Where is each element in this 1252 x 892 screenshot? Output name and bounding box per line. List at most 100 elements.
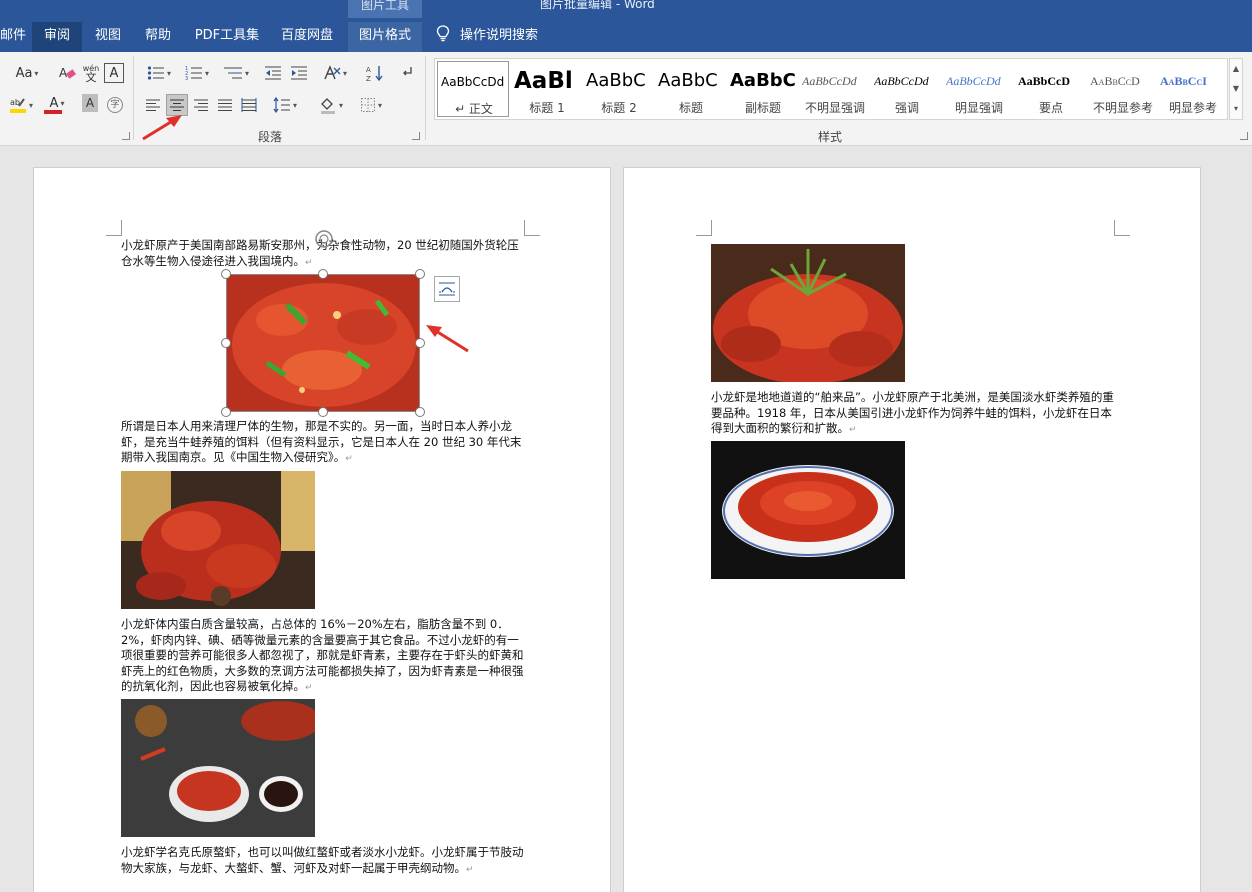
- tab-view[interactable]: 视图: [86, 22, 130, 52]
- chinese-layout-button[interactable]: ▾: [318, 62, 352, 84]
- decrease-indent-icon: [265, 66, 281, 80]
- change-case-button[interactable]: Aa ▾: [10, 62, 44, 84]
- font-dialog-launcher[interactable]: [122, 132, 130, 140]
- style-sample: AaBbCcI: [1160, 74, 1207, 88]
- borders-button[interactable]: ▾: [354, 94, 388, 116]
- tell-me-search[interactable]: 操作说明搜索: [436, 22, 538, 52]
- expand-gallery-icon[interactable]: ▾: [1230, 99, 1242, 119]
- document-page-2[interactable]: 小龙虾是地地道道的“舶来品”。小龙虾原产于北美洲，是美国淡水虾类养殖的重要品种。…: [623, 167, 1201, 892]
- style-intense-emphasis[interactable]: AaBbCcDd 明显强调: [943, 61, 1015, 117]
- styles-dialog-launcher[interactable]: [1240, 132, 1248, 140]
- layout-options-button[interactable]: [434, 276, 460, 302]
- chevron-down-icon: ▾: [244, 68, 249, 78]
- shading-button[interactable]: ▾: [314, 94, 348, 116]
- bullets-button[interactable]: ▾: [142, 62, 176, 84]
- bullets-icon: [147, 66, 164, 80]
- crawfish-plate-image[interactable]: [711, 441, 905, 579]
- chevron-down-icon: ▾: [338, 100, 343, 110]
- style-name: 标题: [678, 101, 703, 115]
- styles-gallery-scroll[interactable]: ▲ ▼ ▾: [1229, 58, 1243, 120]
- enclose-characters-button[interactable]: 字: [104, 94, 126, 116]
- style-normal[interactable]: AaBbCcDd ↵ 正文: [437, 61, 509, 117]
- style-subtle-reference[interactable]: AaBbCcD 不明显参考: [1087, 61, 1159, 117]
- style-name: 不明显强调: [804, 101, 865, 115]
- decrease-indent-button[interactable]: [262, 62, 284, 84]
- resize-handle[interactable]: [221, 269, 231, 279]
- resize-handle[interactable]: [415, 407, 425, 417]
- chinese-layout-icon: [324, 65, 341, 80]
- style-sample: AaBbCcD: [1018, 74, 1071, 88]
- chevron-down-icon: ▾: [292, 100, 297, 110]
- justify-button[interactable]: [214, 94, 236, 116]
- paragraph[interactable]: 小龙虾是地地道道的“舶来品”。小龙虾原产于北美洲，是美国淡水虾类养殖的重要品种。…: [711, 390, 1119, 439]
- style-title[interactable]: AaBbC 标题: [655, 61, 727, 117]
- phonetic-char: 文: [85, 71, 97, 84]
- line-spacing-button[interactable]: ▾: [268, 94, 302, 116]
- crawfish-photo: [121, 471, 315, 609]
- tab-baidu-netdisk[interactable]: 百度网盘: [274, 22, 340, 52]
- margin-corner-mark: [106, 220, 122, 236]
- crawfish-photo: [711, 244, 905, 382]
- increase-indent-button[interactable]: [288, 62, 310, 84]
- distributed-button[interactable]: [238, 94, 260, 116]
- highlighter-icon: ab: [9, 98, 26, 113]
- tab-picture-format[interactable]: 图片格式: [348, 22, 422, 52]
- distributed-icon: [241, 98, 257, 112]
- style-heading-1[interactable]: AaBl 标题 1: [511, 61, 583, 117]
- paragraph-dialog-launcher[interactable]: [412, 132, 420, 140]
- resize-handle[interactable]: [318, 269, 328, 279]
- paragraph-text: 所谓是日本人用来清理尸体的生物，那是不实的。另一面，当时日本人养小龙虾，是充当牛…: [121, 419, 522, 464]
- chevron-down-icon: ▾: [342, 68, 347, 78]
- paragraph-text: 小龙虾学名克氏原螯虾，也可以叫做红螯虾或者淡水小龙虾。小龙虾属于节肢动物大家族，…: [121, 845, 524, 875]
- crawfish-beer-image[interactable]: [121, 471, 315, 609]
- change-case-label: Aa: [15, 65, 33, 81]
- style-heading-2[interactable]: AaBbC 标题 2: [583, 61, 655, 117]
- paragraph[interactable]: 小龙虾学名克氏原螯虾，也可以叫做红螯虾或者淡水小龙虾。小龙虾属于节肢动物大家族，…: [121, 845, 529, 878]
- sort-button[interactable]: A Z: [364, 62, 386, 84]
- crawfish-sauce-image[interactable]: [121, 699, 315, 837]
- scroll-down-icon[interactable]: ▼: [1230, 79, 1242, 99]
- character-border-button[interactable]: A: [104, 63, 124, 83]
- resize-handle[interactable]: [221, 338, 231, 348]
- clear-formatting-button[interactable]: A: [56, 62, 78, 84]
- lightbulb-icon: [436, 25, 450, 42]
- svg-text:A: A: [59, 66, 68, 80]
- multilevel-list-icon: [223, 67, 242, 79]
- tab-pdf-tools[interactable]: PDF工具集: [188, 22, 266, 52]
- font-color-button[interactable]: A ▾: [40, 94, 74, 116]
- character-shading-button[interactable]: A: [82, 94, 98, 112]
- scroll-up-icon[interactable]: ▲: [1230, 59, 1242, 79]
- align-center-icon: [170, 99, 184, 111]
- resize-handle[interactable]: [415, 269, 425, 279]
- style-intense-reference[interactable]: AaBbCcI 明显参考: [1157, 61, 1229, 117]
- eraser-icon: A: [59, 66, 76, 80]
- style-sample: AaBbCcDd: [946, 74, 1001, 88]
- paragraph[interactable]: 小龙虾体内蛋白质含量较高，占总体的 16%－20%左右，脂肪含量不到 0．2%，…: [121, 617, 529, 697]
- align-right-button[interactable]: [190, 94, 212, 116]
- document-page-1[interactable]: 小龙虾原产于美国南部路易斯安那州，为杂食性动物，20 世纪初随国外货轮压仓水等生…: [33, 167, 611, 892]
- resize-handle[interactable]: [221, 407, 231, 417]
- paint-bucket-icon: [320, 98, 335, 114]
- annotation-arrow-image: [426, 325, 469, 353]
- paragraph[interactable]: 所谓是日本人用来清理尸体的生物，那是不实的。另一面，当时日本人养小龙虾，是充当牛…: [121, 419, 529, 468]
- style-emphasis[interactable]: AaBbCcDd 强调: [871, 61, 943, 117]
- tab-mailings[interactable]: 邮件: [0, 22, 26, 52]
- style-strong[interactable]: AaBbCcD 要点: [1015, 61, 1087, 117]
- tab-review[interactable]: 审阅: [32, 22, 82, 52]
- paragraph-mark-icon: ↵: [305, 257, 313, 268]
- selected-crawfish-image[interactable]: [226, 274, 420, 412]
- crawfish-dill-image[interactable]: [711, 244, 905, 382]
- tab-help[interactable]: 帮助: [136, 22, 180, 52]
- style-name: 强调: [894, 101, 919, 115]
- numbering-button[interactable]: 1 2 3 ▾: [180, 62, 214, 84]
- phonetic-guide-button[interactable]: wén 文: [80, 62, 102, 84]
- crawfish-photo: [711, 441, 905, 579]
- show-marks-button[interactable]: [396, 62, 418, 84]
- style-subtitle[interactable]: AaBbC 副标题: [727, 61, 799, 117]
- resize-handle[interactable]: [318, 407, 328, 417]
- highlight-color-button[interactable]: ab ▾: [4, 94, 38, 116]
- title-bar: 图片工具 图片批量编辑 - Word 邮件 审阅 视图 帮助 PDF工具集 百度…: [0, 0, 1252, 52]
- style-subtle-emphasis[interactable]: AaBbCcDd 不明显强调: [799, 61, 871, 117]
- multilevel-list-button[interactable]: ▾: [218, 62, 254, 84]
- rotate-handle-icon[interactable]: [313, 228, 335, 250]
